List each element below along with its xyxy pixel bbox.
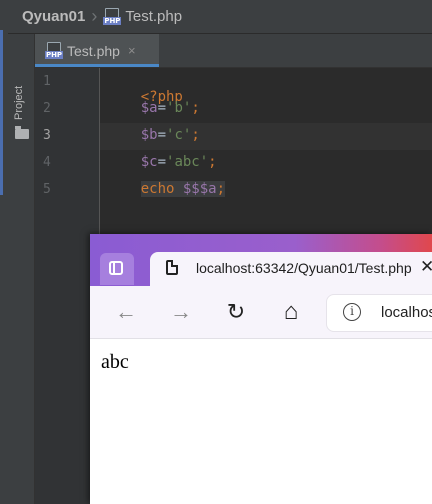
site-info-icon[interactable]: i <box>343 303 361 321</box>
line-number: 4 <box>43 155 51 170</box>
refresh-button[interactable]: ↻ <box>222 298 250 326</box>
php-file-icon: PHP <box>103 8 122 25</box>
editor-tab-bar: PHP Test.php × <box>35 34 432 68</box>
php-file-icon: PHP <box>45 42 63 59</box>
editor-tab-test-php[interactable]: PHP Test.php × <box>35 34 159 67</box>
browser-toolbar: ← → ↻ ⌂ i localhost:63342/Qyuan01/Test.p… <box>90 286 432 339</box>
line-number: 2 <box>43 101 51 116</box>
back-button[interactable]: ← <box>112 298 140 326</box>
folder-icon[interactable] <box>15 126 29 139</box>
browser-tab[interactable]: localhost:63342/Qyuan01/Test.php ✕ <box>150 252 432 286</box>
home-button[interactable]: ⌂ <box>277 298 305 326</box>
active-tab-indicator <box>35 64 159 67</box>
browser-window: localhost:63342/Qyuan01/Test.php ✕ ← → ↻… <box>90 234 432 504</box>
breadcrumb-separator: › <box>91 6 98 26</box>
address-bar[interactable]: i localhost:63342/Qyuan01/Test.php <box>326 294 432 332</box>
breadcrumb-file-label: Test.php <box>125 8 183 25</box>
editor-tab-label: Test.php <box>67 42 120 59</box>
forward-button[interactable]: → <box>167 298 195 326</box>
code-line-4[interactable]: $c='abc'; <box>107 154 217 170</box>
tool-window-strip: Project <box>8 34 35 504</box>
close-tab-icon[interactable]: ✕ <box>420 257 432 277</box>
code-line-5[interactable]: echo $$$a; <box>107 181 226 197</box>
line-number: 1 <box>43 74 51 89</box>
breadcrumb-file[interactable]: PHP Test.php <box>103 8 182 25</box>
tab-actions-icon <box>109 261 123 275</box>
line-number: 5 <box>43 182 51 197</box>
code-line-2[interactable]: $a='b'; <box>107 100 200 116</box>
page-icon <box>166 260 178 275</box>
navigation-bar: Qyuan01 › PHP Test.php <box>8 0 432 34</box>
close-icon[interactable]: × <box>128 43 136 58</box>
code-line-3[interactable]: $b='c'; <box>107 127 200 143</box>
page-content: abc <box>90 339 432 504</box>
tab-actions-button[interactable] <box>100 253 134 285</box>
browser-title-bar: localhost:63342/Qyuan01/Test.php ✕ <box>90 234 432 286</box>
page-output-text: abc <box>101 351 129 373</box>
project-tool-button[interactable]: Project <box>13 86 25 120</box>
browser-tab-title: localhost:63342/Qyuan01/Test.php <box>196 260 412 276</box>
breadcrumb-project[interactable]: Qyuan01 <box>22 8 85 25</box>
line-number: 3 <box>43 128 51 143</box>
address-text[interactable]: localhost:63342/Qyuan01/Test.php <box>381 304 432 321</box>
left-window-edge <box>0 0 8 504</box>
